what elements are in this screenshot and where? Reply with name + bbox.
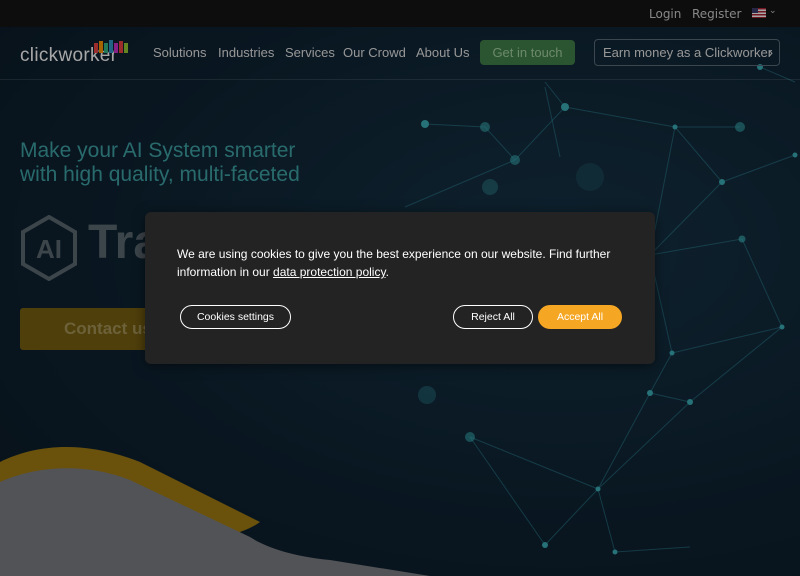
cookie-message-end: . bbox=[385, 265, 389, 279]
cookie-message-text: We are using cookies to give you the bes… bbox=[177, 247, 611, 279]
cookie-consent-dialog: We are using cookies to give you the bes… bbox=[145, 212, 655, 364]
cookie-message: We are using cookies to give you the bes… bbox=[177, 245, 617, 281]
cookies-settings-button[interactable]: Cookies settings bbox=[180, 305, 291, 329]
accept-all-button[interactable]: Accept All bbox=[538, 305, 622, 329]
reject-all-button[interactable]: Reject All bbox=[453, 305, 533, 329]
data-protection-policy-link[interactable]: data protection policy bbox=[273, 265, 386, 279]
